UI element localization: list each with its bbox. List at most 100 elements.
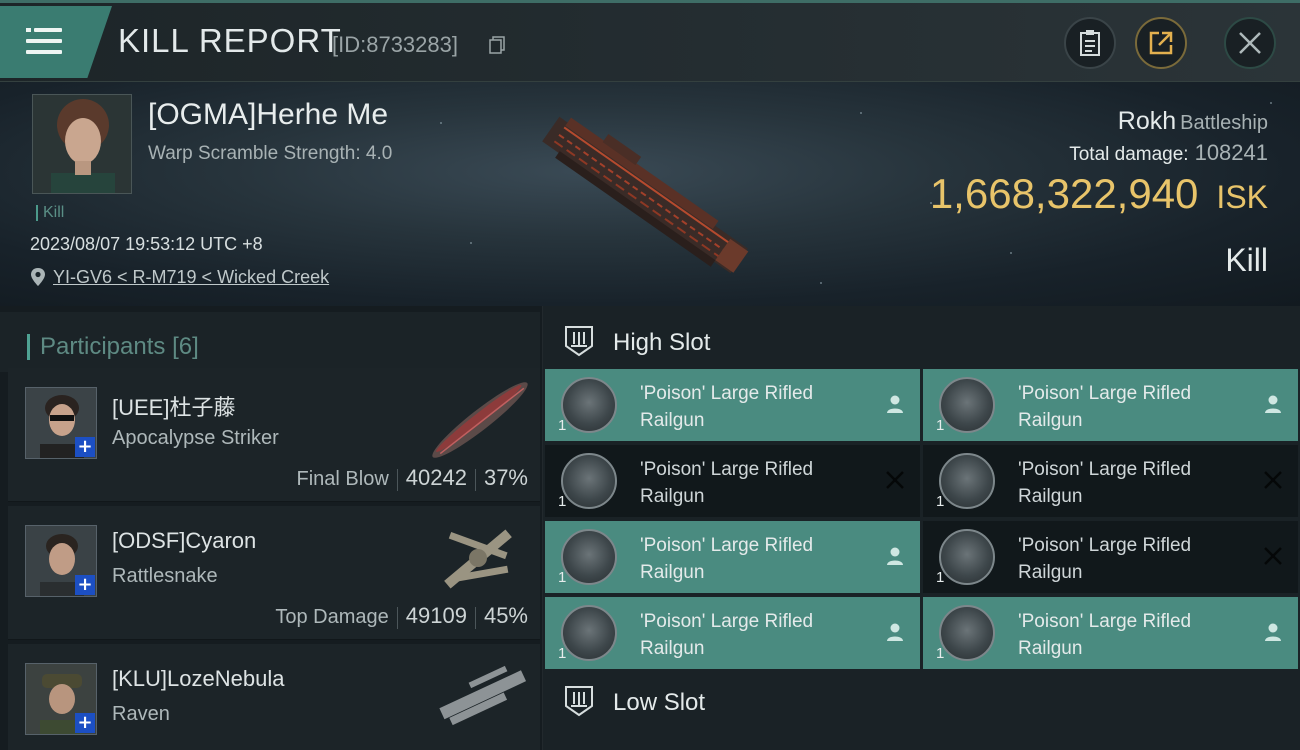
close-icon — [1239, 32, 1261, 54]
participant-percent: 37% — [483, 465, 528, 490]
warp-scramble-strength: Warp Scramble Strength: 4.0 — [148, 143, 393, 164]
participant-role: Final Blow — [296, 468, 389, 490]
copy-icon[interactable] — [489, 36, 505, 54]
module-item[interactable]: 1 'Poison' Large Rifled Railgun — [923, 369, 1298, 441]
victim-banner: [OGMA]Herhe Me Warp Scramble Strength: 4… — [0, 82, 1300, 306]
railgun-module-icon — [561, 529, 617, 585]
module-name: 'Poison' Large Rifled Railgun — [640, 383, 814, 431]
report-id: [ID:8733283] — [332, 32, 458, 57]
participant-avatar[interactable]: + — [25, 663, 97, 735]
share-icon — [1149, 31, 1173, 55]
ship-name: Rokh — [1117, 107, 1177, 135]
railgun-module-icon — [561, 453, 617, 509]
participant-name: [KLU]LozeNebula — [112, 666, 285, 691]
participant-role: Top Damage — [275, 606, 389, 628]
pilot-portrait-icon — [33, 95, 131, 193]
low-slot-header: Low Slot — [543, 670, 1300, 730]
kill-report-header: KILL REPORT [ID:8733283] — [0, 0, 1300, 82]
participant-ship: Apocalypse Striker — [112, 427, 279, 449]
railgun-module-icon — [939, 529, 995, 585]
hamburger-menu-icon — [26, 28, 62, 58]
total-damage-label: Total damage: — [1069, 144, 1189, 165]
module-item[interactable]: 1 'Poison' Large Rifled Railgun — [545, 597, 920, 669]
high-slot-title: High Slot — [613, 329, 711, 356]
railgun-module-icon — [939, 453, 995, 509]
dropped-person-icon — [1265, 623, 1281, 641]
fittings-panel: High Slot 1 'Poison' Large Rifled Railgu… — [543, 306, 1300, 750]
corp-plus-badge: + — [75, 575, 95, 595]
module-quantity: 1 — [558, 417, 567, 434]
victim-ship-image[interactable] — [520, 100, 770, 290]
participants-label: Participants — [40, 333, 166, 360]
module-name: 'Poison' Large Rifled Railgun — [1018, 459, 1192, 507]
module-quantity: 1 — [936, 569, 945, 586]
participants-panel: Participants [6] + [UEE]杜子藤 Apocalypse S… — [0, 306, 543, 750]
participant-percent: 45% — [483, 603, 528, 628]
module-quantity: 1 — [936, 493, 945, 510]
total-damage: Total damage: 108241 — [1069, 140, 1268, 166]
module-quantity: 1 — [558, 493, 567, 510]
participant-damage: 49109 — [405, 603, 467, 628]
module-quantity: 1 — [558, 569, 567, 586]
close-button[interactable] — [1224, 17, 1276, 69]
module-name: 'Poison' Large Rifled Railgun — [640, 535, 814, 583]
participant-ship: Rattlesnake — [112, 565, 218, 587]
kill-tag: Kill — [36, 205, 64, 221]
isk-unit: ISK — [1216, 179, 1268, 215]
participant-ship-image — [444, 529, 512, 589]
dropped-person-icon — [887, 395, 903, 413]
participant-row[interactable]: + [KLU]LozeNebula Raven — [8, 644, 540, 750]
participant-ship: Raven — [112, 703, 170, 725]
destroyed-x-icon — [1264, 471, 1282, 489]
victim-portrait[interactable] — [32, 94, 132, 194]
clipboard-button[interactable] — [1064, 17, 1116, 69]
corp-plus-badge: + — [75, 437, 95, 457]
participant-row[interactable]: + [ODSF]Cyaron Rattlesnake Top Damage 491… — [8, 506, 540, 640]
dropped-person-icon — [887, 623, 903, 641]
module-item[interactable]: 1 'Poison' Large Rifled Railgun — [923, 521, 1298, 593]
participant-ship-image — [439, 665, 527, 726]
participant-name: [ODSF]Cyaron — [112, 528, 257, 553]
menu-button[interactable] — [0, 6, 112, 78]
share-button[interactable] — [1135, 17, 1187, 69]
participant-avatar[interactable]: + — [25, 387, 97, 459]
participants-header: Participants [6] — [0, 312, 540, 372]
module-name: 'Poison' Large Rifled Railgun — [1018, 383, 1192, 431]
module-item[interactable]: 1 'Poison' Large Rifled Railgun — [545, 521, 920, 593]
railgun-module-icon — [561, 605, 617, 661]
location-link[interactable]: YI-GV6 < R-M719 < Wicked Creek — [53, 267, 329, 288]
participant-damage: 40242 — [405, 465, 467, 490]
railgun-module-icon — [939, 377, 995, 433]
destroyed-x-icon — [886, 471, 904, 489]
module-item[interactable]: 1 'Poison' Large Rifled Railgun — [545, 445, 920, 517]
module-quantity: 1 — [936, 645, 945, 662]
kill-result: Kill — [1225, 242, 1268, 278]
isk-value: 1,668,322,940 ISK — [930, 170, 1268, 218]
dropped-person-icon — [887, 547, 903, 565]
isk-amount: 1,668,322,940 — [929, 170, 1199, 217]
module-name: 'Poison' Large Rifled Railgun — [640, 611, 814, 659]
destroyed-x-icon — [1264, 547, 1282, 565]
location-pin-icon — [31, 268, 45, 286]
participants-title: Participants [6] — [27, 334, 199, 360]
module-item[interactable]: 1 'Poison' Large Rifled Railgun — [923, 597, 1298, 669]
railgun-module-icon — [939, 605, 995, 661]
victim-ship-type[interactable]: Rokh Battleship — [1118, 107, 1268, 136]
participant-row[interactable]: + [UEE]杜子藤 Apocalypse Striker Final Blow… — [8, 368, 540, 502]
menu-dot — [26, 28, 31, 32]
header-accent-line — [0, 0, 1300, 3]
high-slot-header: High Slot — [543, 310, 1300, 370]
total-damage-value: 108241 — [1194, 140, 1268, 165]
participant-avatar[interactable]: + — [25, 525, 97, 597]
module-item[interactable]: 1 'Poison' Large Rifled Railgun — [545, 369, 920, 441]
victim-name[interactable]: [OGMA]Herhe Me — [148, 98, 388, 132]
module-quantity: 1 — [936, 417, 945, 434]
railgun-module-icon — [561, 377, 617, 433]
module-name: 'Poison' Large Rifled Railgun — [640, 459, 814, 507]
module-item[interactable]: 1 'Poison' Large Rifled Railgun — [923, 445, 1298, 517]
module-quantity: 1 — [558, 645, 567, 662]
participant-stats: Top Damage 49109 45% — [275, 603, 528, 629]
participant-stats: Final Blow 40242 37% — [296, 465, 528, 491]
ship-class: Battleship — [1180, 112, 1268, 134]
page-title: KILL REPORT — [118, 22, 342, 59]
